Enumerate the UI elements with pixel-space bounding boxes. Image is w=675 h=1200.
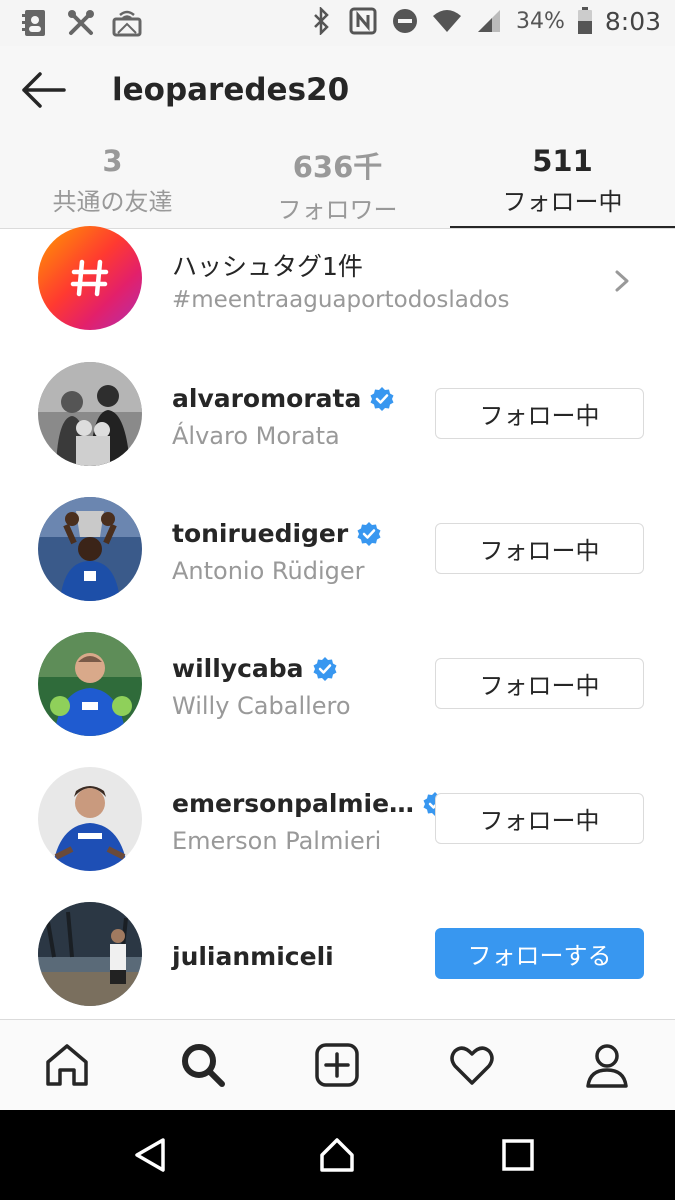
- hashtag-title: ハッシュタグ1件: [172, 252, 363, 281]
- hashtag-icon: [70, 259, 109, 297]
- bottom-navigation: [0, 1019, 675, 1110]
- chevron-right-icon: [615, 270, 629, 292]
- username: julianmiceli: [172, 942, 334, 971]
- username: toniruediger: [172, 519, 382, 548]
- clock: 8:03: [604, 6, 661, 36]
- profile-icon[interactable]: [584, 1042, 630, 1088]
- wireless-display-icon: [112, 8, 142, 38]
- full-name: Willy Caballero: [172, 692, 351, 720]
- home-circle-icon[interactable]: [319, 1137, 355, 1173]
- activity-heart-icon[interactable]: [449, 1042, 495, 1088]
- nfc-icon: [348, 6, 378, 36]
- home-icon[interactable]: [44, 1042, 90, 1088]
- add-post-icon[interactable]: [314, 1042, 360, 1088]
- battery-icon: [577, 6, 593, 36]
- list-item[interactable]: willycaba Willy Caballero フォロー中: [0, 632, 675, 752]
- back-triangle-icon[interactable]: [133, 1137, 169, 1173]
- full-name: Álvaro Morata: [172, 422, 340, 450]
- avatar[interactable]: [38, 362, 142, 466]
- verified-badge-icon: [357, 521, 381, 546]
- tab-label: フォロワー: [277, 196, 398, 224]
- verified-badge-icon: [370, 386, 394, 411]
- username: willycaba: [172, 654, 338, 683]
- hashtag-row[interactable]: ハッシュタグ1件 #meentraaguaportodoslados: [0, 226, 675, 330]
- hashtag-avatar: [38, 226, 142, 330]
- tab-count: 511: [532, 144, 593, 178]
- list-item[interactable]: alvaromorata Álvaro Morata フォロー中: [0, 362, 675, 482]
- bluetooth-icon: [306, 6, 336, 36]
- search-icon[interactable]: [180, 1042, 226, 1088]
- contacts-icon: [20, 8, 50, 38]
- following-button[interactable]: フォロー中: [435, 388, 644, 439]
- tab-mutual-friends[interactable]: 3 共通の友達: [0, 136, 225, 228]
- following-button[interactable]: フォロー中: [435, 523, 644, 574]
- do-not-disturb-icon: [390, 6, 420, 36]
- page-title: leoparedes20: [112, 72, 350, 108]
- system-navigation-bar: [0, 1110, 675, 1200]
- tab-followers[interactable]: 636千 フォロワー: [225, 136, 450, 228]
- back-arrow-icon: [22, 72, 66, 108]
- tab-label: 共通の友達: [52, 188, 173, 216]
- tab-count: 636千: [292, 150, 383, 184]
- tools-icon: [66, 8, 96, 38]
- tab-label: フォロー中: [502, 188, 623, 216]
- list-item[interactable]: toniruediger Antonio Rüdiger フォロー中: [0, 497, 675, 617]
- tab-count: 3: [102, 144, 123, 178]
- avatar[interactable]: [38, 767, 142, 871]
- tab-following[interactable]: 511 フォロー中: [450, 136, 675, 228]
- signal-icon: [474, 6, 504, 36]
- avatar[interactable]: [38, 632, 142, 736]
- list-item[interactable]: emersonpalmie… Emerson Palmieri フォロー中: [0, 767, 675, 887]
- username: emersonpalmie…: [172, 789, 448, 818]
- full-name: Antonio Rüdiger: [172, 557, 365, 585]
- status-bar: 34% 8:03: [0, 0, 675, 46]
- username: alvaromorata: [172, 384, 395, 413]
- avatar[interactable]: [38, 902, 142, 1006]
- profile-header: leoparedes20: [0, 46, 675, 136]
- wifi-icon: [432, 6, 462, 36]
- battery-percent: 34%: [515, 8, 565, 34]
- list-item[interactable]: julianmiceli フォローする: [0, 902, 675, 1022]
- full-name: Emerson Palmieri: [172, 827, 382, 855]
- avatar[interactable]: [38, 497, 142, 601]
- hashtag-subtitle: #meentraaguaportodoslados: [172, 287, 510, 313]
- recents-square-icon[interactable]: [500, 1137, 536, 1173]
- follow-button[interactable]: フォローする: [435, 928, 644, 979]
- following-button[interactable]: フォロー中: [435, 793, 644, 844]
- following-button[interactable]: フォロー中: [435, 658, 644, 709]
- verified-badge-icon: [313, 656, 337, 681]
- back-button[interactable]: [18, 70, 70, 110]
- follow-tabs: 3 共通の友達 636千 フォロワー 511 フォロー中: [0, 136, 675, 229]
